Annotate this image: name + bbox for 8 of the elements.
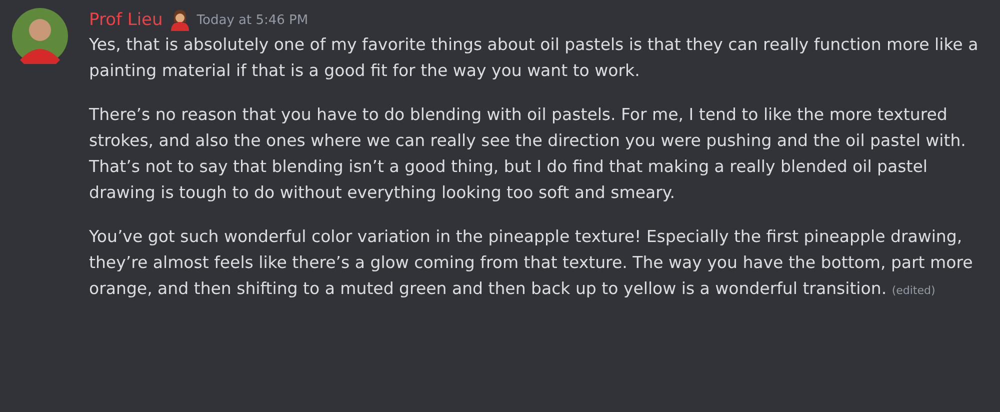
author-name[interactable]: Prof Lieu [89, 10, 163, 30]
person-icon [168, 9, 191, 31]
timestamp: Today at 5:46 PM [196, 12, 308, 28]
avatar-icon[interactable] [12, 8, 68, 64]
message-text: There’s no reason that you have to do blending with oil pastels. For me, I tend to like the more textured strokes, and also the ones where we can really see the direction you were pushing and the oil pastel with. That’s not to say that blending isn’t a good thing, but I do find that making a really blended oil pastel drawing is tough to do without everything looking too soft and smeary. [89, 104, 967, 204]
edited-label: (edited) [892, 284, 936, 297]
message-text: Yes, that is absolutely one of my favorite things about oil pastels is that they can really function more like a painting material if that is a good fit for the way you want to work. [89, 34, 980, 82]
message-text: You’ve got such wonderful color variation in the pineapple texture! Especially the first pineapple drawing, they’re almost feels like there’s a glow coming from that texture. The way you have the bottom, part more orange, and then shifting to a muted green and then back up to yellow is a wonderful transition. (edited) [89, 226, 974, 300]
